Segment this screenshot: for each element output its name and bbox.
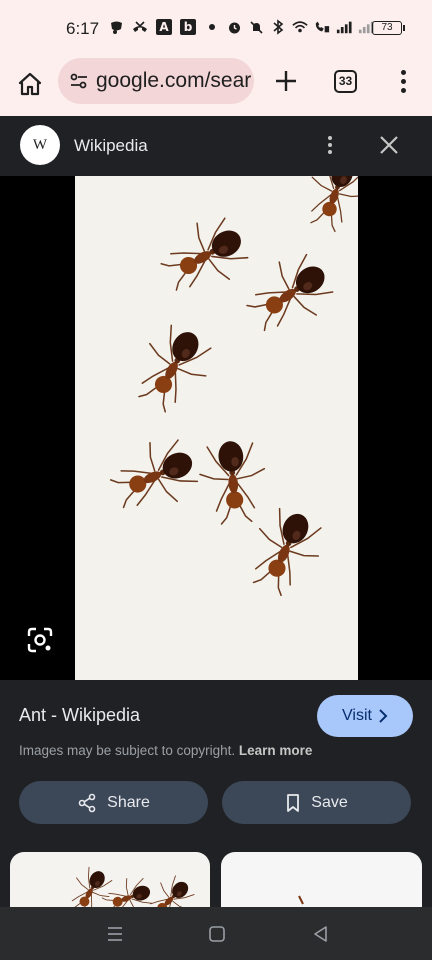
more-options-button[interactable] [318, 133, 342, 157]
dot-icon [204, 19, 220, 35]
system-navigation-bar [0, 907, 432, 960]
wikipedia-logo: W [20, 125, 60, 165]
share-label: Share [107, 793, 150, 811]
status-time: 6:17 [66, 19, 100, 38]
copyright-notice: Images may be subject to copyright. Lear… [19, 743, 312, 758]
missed-call-icon [132, 19, 148, 35]
google-lens-icon [27, 627, 53, 653]
status-left-icons: A b [108, 19, 220, 35]
alarm-icon [226, 19, 242, 35]
battery-indicator: 73 [372, 21, 405, 35]
plus-icon [276, 71, 296, 91]
close-icon [380, 136, 398, 154]
learn-more-link[interactable]: Learn more [239, 743, 313, 758]
save-label: Save [311, 793, 348, 811]
visit-button[interactable]: Visit [317, 695, 413, 737]
source-title: Wikipedia [74, 136, 148, 155]
bookmark-icon [287, 793, 300, 812]
app-b-icon: b [180, 19, 196, 35]
image-viewer-header: W Wikipedia [0, 116, 432, 176]
url-text[interactable]: google.com/sear [96, 69, 251, 93]
signal-icon [336, 19, 352, 35]
mute-icon [248, 19, 264, 35]
app-a-icon: A [156, 19, 172, 35]
status-bar: 6:17 A b 73 [0, 0, 432, 58]
site-info-icon[interactable] [68, 70, 90, 92]
notification-icon [108, 19, 124, 35]
bluetooth-icon [270, 19, 286, 35]
browser-menu-button[interactable] [388, 63, 418, 99]
new-tab-button[interactable] [268, 63, 304, 99]
back-icon[interactable] [310, 923, 332, 945]
ant-image[interactable] [75, 176, 358, 680]
close-button[interactable] [376, 132, 402, 158]
copyright-text: Images may be subject to copyright. [19, 743, 236, 758]
recents-icon[interactable] [104, 923, 126, 945]
wifi-calling-icon [314, 19, 330, 35]
save-button[interactable]: Save [222, 781, 411, 824]
more-vert-icon [328, 136, 332, 154]
result-title[interactable]: Ant - Wikipedia [19, 705, 140, 726]
more-vert-icon [400, 69, 406, 93]
chevron-right-icon [379, 709, 388, 723]
address-bar[interactable]: google.com/sear [58, 58, 254, 104]
home-icon [18, 72, 42, 96]
status-right-icons [226, 19, 374, 35]
share-button[interactable]: Share [19, 781, 208, 824]
wifi-icon [292, 19, 308, 35]
image-preview-area [0, 176, 432, 680]
related-image-thumbnail[interactable] [10, 852, 210, 912]
home-button[interactable] [12, 66, 48, 102]
browser-toolbar: google.com/sear 33 [0, 58, 432, 116]
tab-switcher-button[interactable]: 33 [334, 70, 357, 93]
home-nav-icon[interactable] [206, 923, 228, 945]
google-lens-button[interactable] [26, 626, 54, 654]
visit-label: Visit [342, 707, 372, 724]
related-image-thumbnail[interactable] [221, 852, 422, 912]
share-icon [78, 793, 96, 812]
